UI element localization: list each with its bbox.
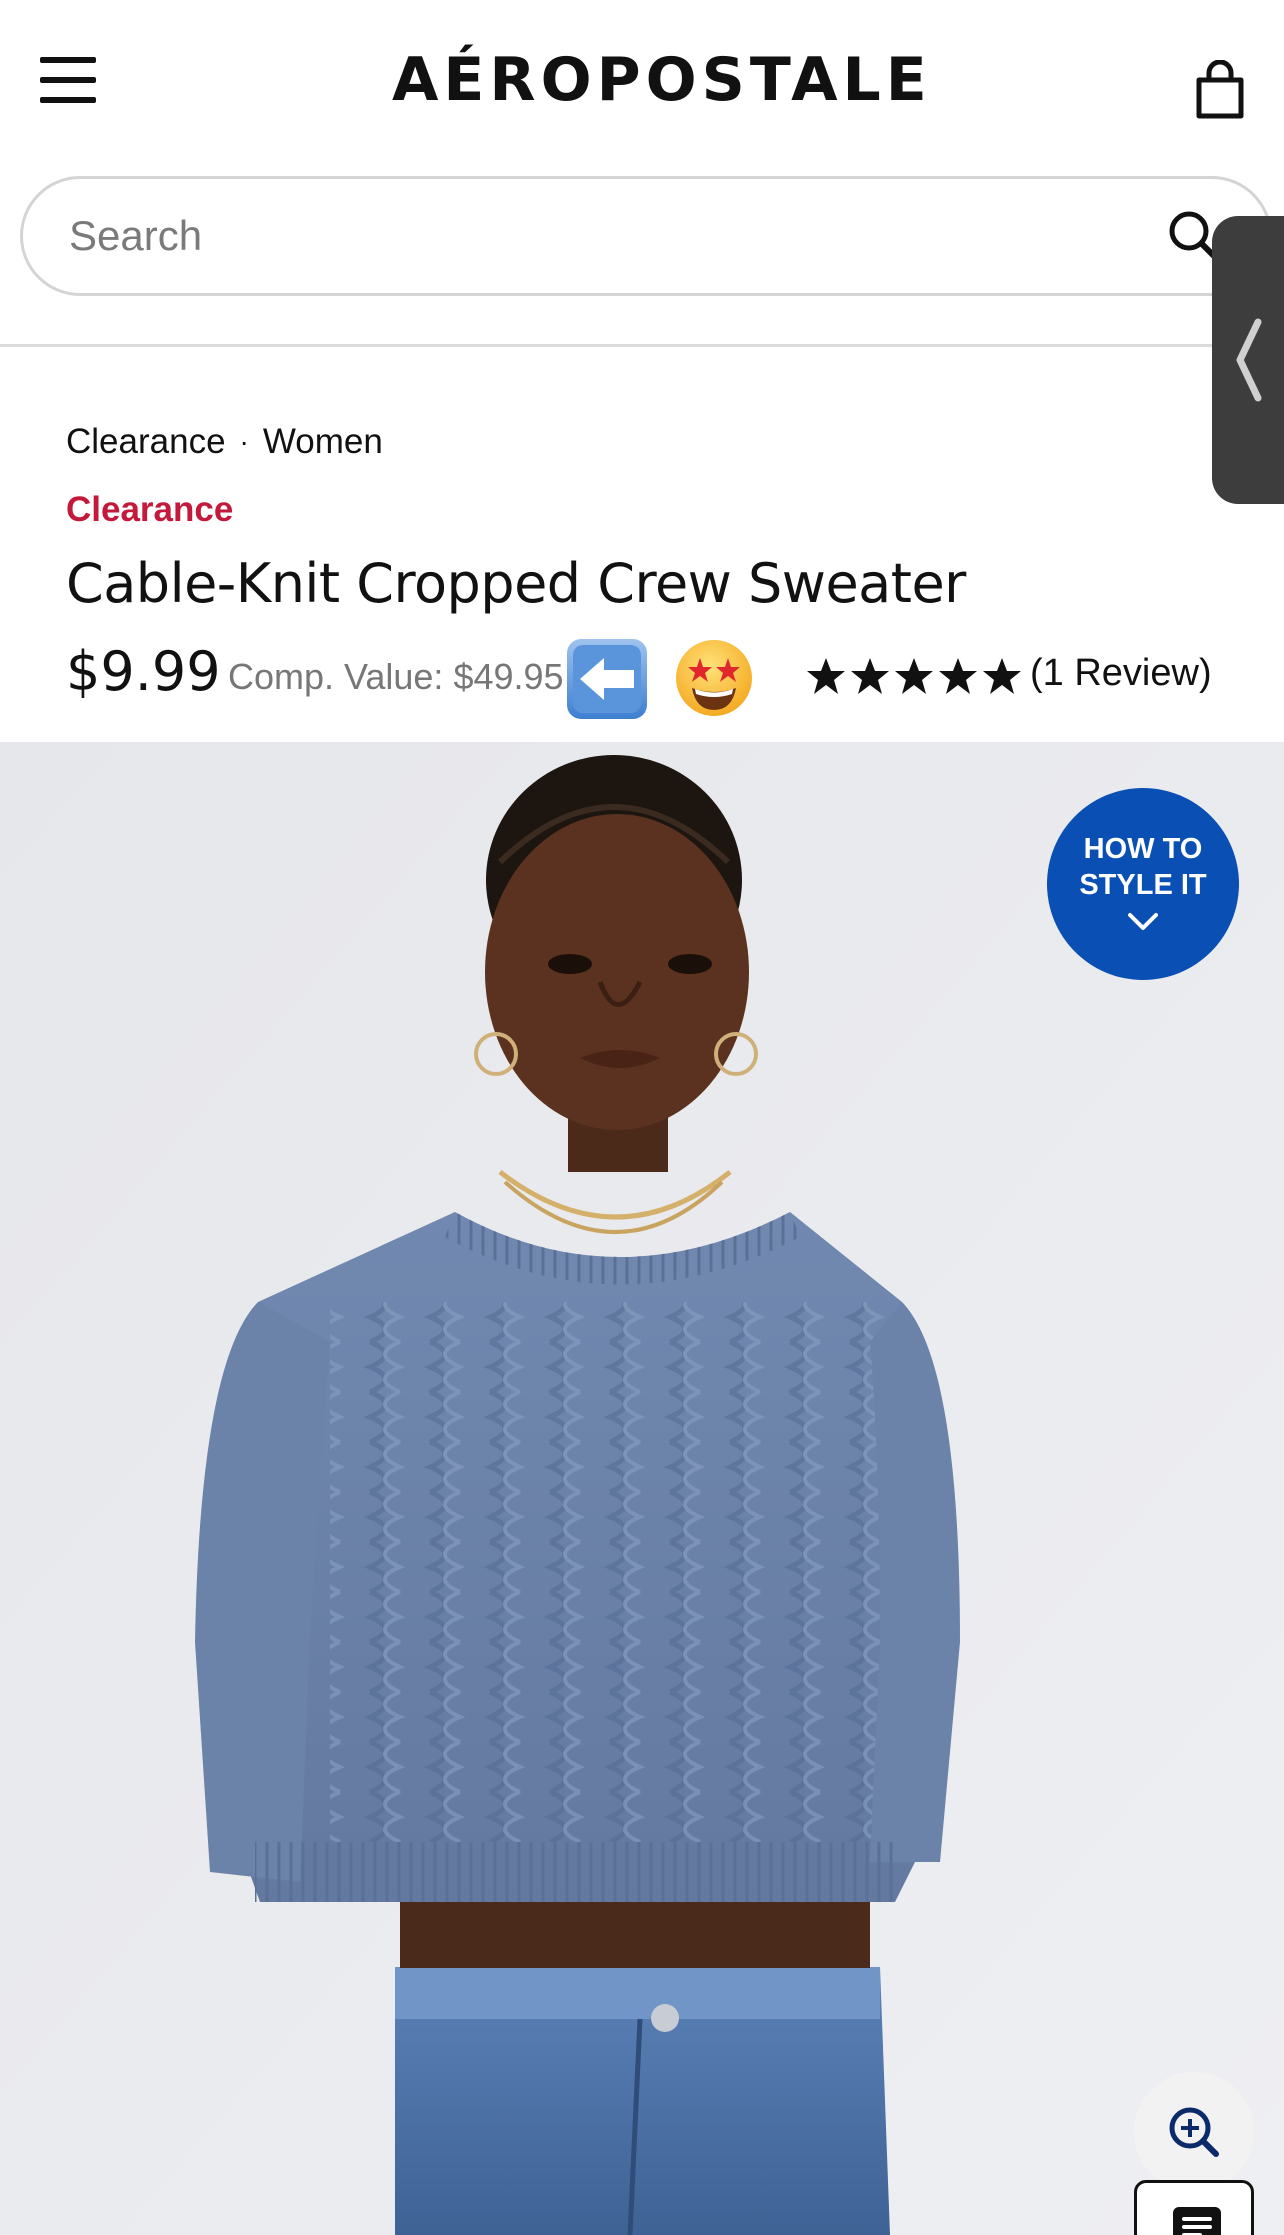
zoom-in-button[interactable] [1134,2072,1254,2192]
shopping-bag-icon[interactable] [1194,59,1246,120]
breadcrumb: Clearance · Women [66,420,383,464]
product-image[interactable] [0,742,1284,2235]
rating-stars[interactable] [806,656,1022,700]
review-count-link[interactable]: (1 Review) [1030,652,1212,695]
site-header: AÉROPOSTALE [0,0,1284,160]
chat-button[interactable] [1134,2180,1254,2235]
comp-value: Comp. Value: $49.95 [228,656,564,697]
site-logo[interactable]: AÉROPOSTALE [392,40,927,120]
star-icon [895,658,933,694]
chevron-left-icon [1236,318,1262,402]
star-icon [983,658,1021,694]
breadcrumb-item-women[interactable]: Women [263,422,383,462]
star-icon [851,658,889,694]
style-button-line2: STYLE IT [1079,869,1207,901]
breadcrumb-item-clearance[interactable]: Clearance [66,422,226,462]
zoom-in-icon [1169,2107,1219,2157]
star-icon [939,658,977,694]
search-input[interactable] [69,199,1069,273]
product-price: $9.99 [66,640,221,703]
side-panel-handle[interactable] [1212,216,1284,504]
header-divider [0,344,1284,347]
chevron-down-icon [1128,913,1158,930]
model-photo [0,742,1284,2235]
left-arrow-emoji-icon [564,636,650,722]
clearance-badge: Clearance [66,490,234,529]
star-struck-emoji-icon [672,636,756,720]
chat-icon [1173,2207,1221,2235]
product-title: Cable-Knit Cropped Crew Sweater [66,552,966,615]
hamburger-menu-icon[interactable] [40,55,98,105]
star-icon [807,658,845,694]
style-button-line1: HOW TO [1083,833,1203,865]
breadcrumb-separator: · [239,426,249,457]
search-bar [20,176,1272,296]
how-to-style-it-button[interactable]: HOW TO STYLE IT [1047,788,1239,980]
